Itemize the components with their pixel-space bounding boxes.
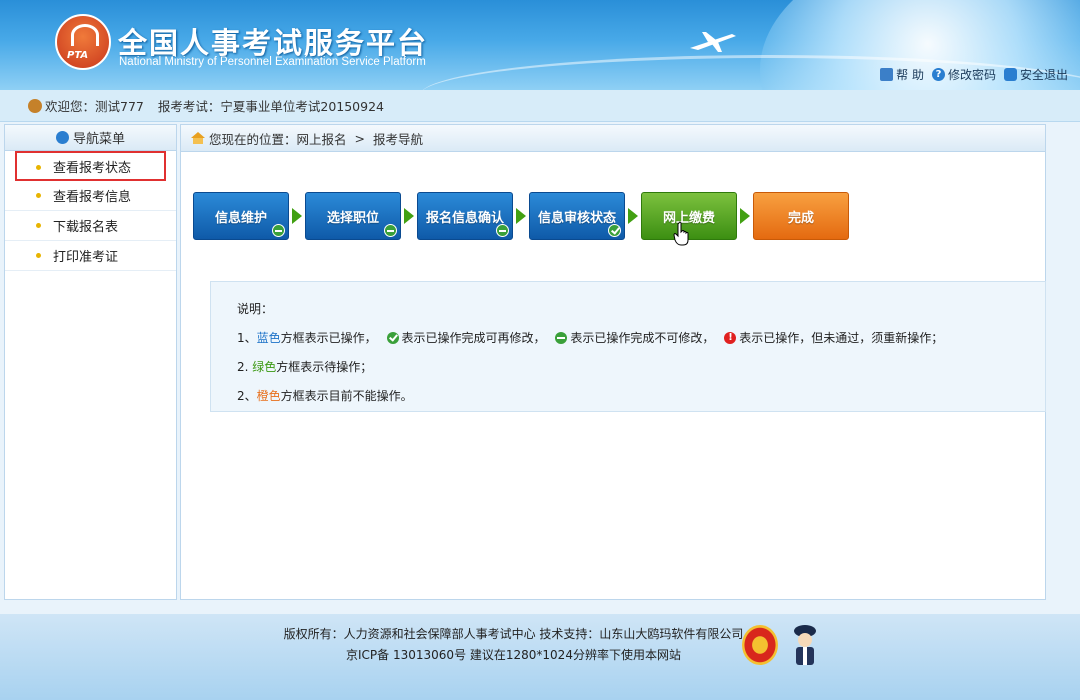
line-text: 方框表示已操作， [280, 331, 377, 345]
sidebar-item-label: 打印准考证 [53, 250, 119, 265]
instructions-line-2: 2. 绿色方框表示待操作； [237, 353, 1045, 382]
exam-text: 报考考试：宁夏事业单位考试20150924 [157, 99, 384, 114]
breadcrumb: 您现在的位置：网上报名 > 报考导航 [181, 125, 1045, 152]
minus-icon [496, 224, 509, 237]
logout-label: 安全退出 [1019, 68, 1068, 82]
seal-icon[interactable] [742, 625, 778, 665]
sidebar-header: 导航菜单 [5, 125, 176, 151]
welcome-text: 欢迎您：测试777 [28, 96, 144, 115]
sidebar-title: 导航菜单 [72, 132, 125, 147]
footer: 版权所有：人力资源和社会保障部人事考试中心 技术支持：山东山大鸥玛软件有限公司 … [0, 614, 1080, 700]
user-icon [28, 99, 42, 113]
exit-icon [1003, 68, 1017, 81]
step-flow: 信息维护 选择职位 报名信息确认 信息审核状态 网上缴费 完成 [193, 192, 849, 240]
lock-icon [880, 68, 894, 81]
step-label: 选择职位 [326, 210, 379, 226]
bullet-icon [36, 165, 41, 170]
instructions-line-3: 2、橙色方框表示目前不能操作。 [237, 382, 1045, 411]
logout-link[interactable]: 安全退出 [1003, 66, 1068, 83]
warning-icon [724, 323, 737, 352]
police-icon[interactable] [790, 623, 820, 669]
check-icon [608, 224, 621, 237]
line-text: 方框表示待操作； [276, 360, 373, 374]
bullet-icon [36, 193, 41, 198]
menu-icon [55, 131, 69, 144]
sidebar-item-label: 下载报名表 [53, 220, 119, 235]
instructions-box: 说明： 1、蓝色方框表示已操作， 表示已操作完成可再修改， 表示已操作完成不可修… [210, 281, 1046, 412]
warning-explanation: 表示已操作，但未通过，须重新操作； [739, 331, 944, 345]
change-password-link[interactable]: ? 修改密码 [931, 66, 996, 83]
step-label: 完成 [787, 210, 814, 226]
home-icon [191, 132, 205, 144]
logo-text: PTA [67, 50, 89, 61]
copyright-text: 版权所有：人力资源和社会保障部人事考试中心 技术支持：山东山大鸥玛软件有限公司 [283, 627, 744, 641]
arrow-right-icon [740, 208, 750, 224]
sidebar-item-download-form[interactable]: 下载报名表 [5, 211, 176, 241]
arrow-right-icon [628, 208, 638, 224]
line-text: 方框表示目前不能操作。 [280, 389, 413, 403]
sidebar-item-view-status[interactable]: 查看报考状态 [15, 151, 166, 181]
header: PTA 全国人事考试服务平台 National Ministry of Pers… [0, 0, 1080, 90]
step-info-maintain-button[interactable]: 信息维护 [193, 192, 289, 240]
green-word: 绿色 [252, 360, 277, 374]
breadcrumb-current: 报考导航 [373, 131, 424, 147]
instructions-line-1: 1、蓝色方框表示已操作， 表示已操作完成可再修改， 表示已操作完成不可修改， 表… [237, 323, 1045, 353]
hand-cursor-icon [673, 221, 689, 246]
site-subtitle: National Ministry of Personnel Examinati… [119, 56, 426, 68]
blue-word: 蓝色 [256, 331, 281, 345]
sidebar-item-label: 查看报考状态 [53, 160, 132, 176]
bullet-icon [36, 223, 41, 228]
step-select-position-button[interactable]: 选择职位 [305, 192, 401, 240]
logo-rays-icon [71, 24, 99, 46]
step-label: 信息维护 [214, 210, 267, 226]
change-password-label: 修改密码 [947, 68, 996, 82]
breadcrumb-prefix: 您现在的位置：网上报名 [209, 131, 347, 147]
sidebar-item-label: 查看报考信息 [53, 190, 132, 205]
check-explanation: 表示已操作完成可再修改， [401, 331, 546, 345]
step-label: 信息审核状态 [537, 210, 616, 226]
arrow-right-icon [292, 208, 302, 224]
help-label: 帮 助 [896, 68, 924, 82]
check-icon [386, 332, 399, 344]
step-confirm-info-button[interactable]: 报名信息确认 [417, 192, 513, 240]
arrow-right-icon [404, 208, 414, 224]
step-review-status-button[interactable]: 信息审核状态 [529, 192, 625, 240]
arrow-right-icon [516, 208, 526, 224]
minus-explanation: 表示已操作完成不可修改， [570, 331, 715, 345]
minus-icon [384, 224, 397, 237]
airplane-icon [690, 32, 736, 52]
bullet-icon [36, 253, 41, 258]
sidebar-item-view-info[interactable]: 查看报考信息 [5, 181, 176, 211]
line-prefix: 2. [237, 360, 253, 374]
icp-text: 京ICP备 13013060号 建议在1280*1024分辨率下使用本网站 [346, 648, 681, 662]
line-prefix: 2、 [237, 389, 257, 403]
user-bar: 欢迎您：测试777 报考考试：宁夏事业单位考试20150924 [0, 90, 1080, 122]
sidebar: 导航菜单 查看报考状态 查看报考信息 下载报名表 打印准考证 [4, 124, 177, 600]
footer-text: 版权所有：人力资源和社会保障部人事考试中心 技术支持：山东山大鸥玛软件有限公司 … [0, 624, 1027, 666]
top-links: 帮 助 ? 修改密码 安全退出 [880, 66, 1068, 83]
main-panel: 您现在的位置：网上报名 > 报考导航 信息维护 选择职位 报名信息确认 信息审核… [180, 124, 1046, 600]
instructions-title: 说明： [237, 302, 274, 316]
breadcrumb-separator: > [354, 130, 365, 146]
welcome-label: 欢迎您：测试777 [45, 99, 144, 114]
step-complete-button[interactable]: 完成 [753, 192, 849, 240]
sidebar-item-print-ticket[interactable]: 打印准考证 [5, 241, 176, 271]
minus-icon [272, 224, 285, 237]
pta-logo: PTA [55, 14, 111, 70]
question-icon: ? [931, 68, 945, 81]
step-label: 报名信息确认 [425, 210, 504, 226]
orange-word: 橙色 [256, 389, 281, 403]
line-prefix: 1、 [237, 331, 257, 345]
minus-icon [555, 332, 568, 344]
help-link[interactable]: 帮 助 [880, 66, 924, 83]
